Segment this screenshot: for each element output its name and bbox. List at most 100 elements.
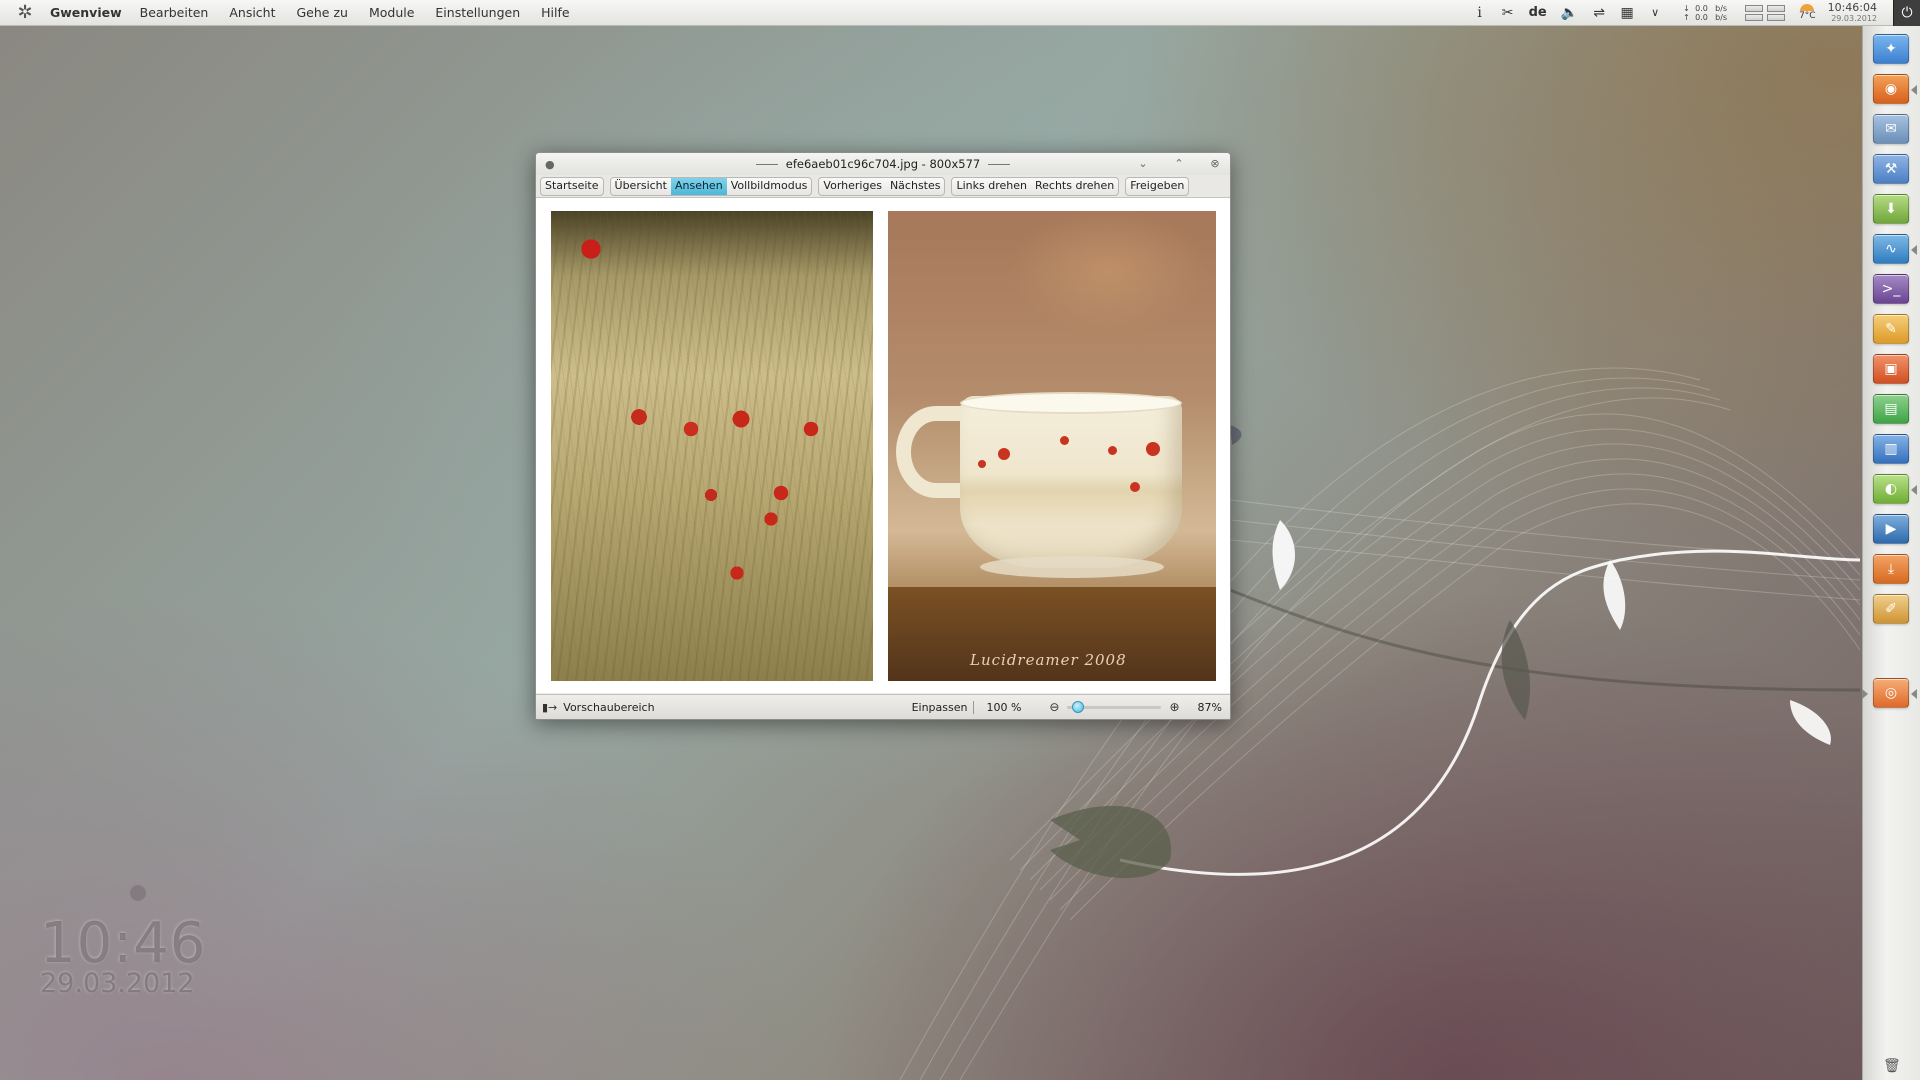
net-down-value: 0.0	[1695, 3, 1708, 13]
window-title: efe6aeb01c96c704.jpg - 800x577	[785, 157, 981, 171]
top-panel: ✲ Gwenview Bearbeiten Ansicht Gehe zu Mo…	[0, 0, 1920, 26]
rechts-drehen-button[interactable]: Rechts drehen	[1031, 178, 1118, 195]
photo-cup: Lucidreamer 2008	[888, 211, 1216, 681]
temperature: 7°C	[1799, 11, 1816, 21]
gwenview-window: ● efe6aeb01c96c704.jpg - 800x577 ⌄ ⌃ ⊗ S…	[535, 152, 1231, 720]
sidebar-toggle-icon[interactable]: ▮→	[542, 701, 557, 714]
menu-gehe-zu[interactable]: Gehe zu	[297, 5, 348, 20]
links-drehen-button[interactable]: Links drehen	[952, 178, 1031, 195]
ansehen-button[interactable]: Ansehen	[670, 177, 727, 195]
menu-hilfe[interactable]: Hilfe	[541, 5, 569, 20]
trash-icon[interactable]: 🗑	[1883, 1058, 1901, 1074]
vorschaubereich-toggle[interactable]: Vorschaubereich	[563, 701, 654, 714]
clock-widget-handle[interactable]	[130, 885, 146, 901]
chevron-down-icon[interactable]: ∨	[1648, 6, 1662, 19]
dock: ✦ ◉ ✉ ⚒ ⬇ ∿ >_ ✎ ▣ ▤ ▥ ◐ ▶ ⤓ ✐ ◎ 🗑	[1862, 26, 1920, 1080]
video-icon: ▶	[1885, 521, 1897, 537]
naechstes-button[interactable]: Nächstes	[886, 178, 945, 195]
dock-item-monitor[interactable]: ∿	[1873, 234, 1917, 264]
panel-clock[interactable]: 10:46:04 29.03.2012	[1828, 2, 1877, 24]
zoom-out-icon[interactable]: ⊖	[1049, 700, 1059, 714]
dock-item-spreadsheet[interactable]: ▤	[1873, 394, 1909, 424]
dock-item-browser[interactable]: ◉	[1873, 74, 1917, 104]
running-indicator	[1911, 245, 1917, 255]
volume-icon[interactable]: 🔈	[1561, 5, 1578, 21]
compass-icon: ✦	[1885, 41, 1897, 57]
usb-icon[interactable]: ⇌	[1592, 5, 1606, 21]
toolbar-group-nav: Vorheriges Nächstes	[818, 176, 946, 196]
system-tray: i ✂ de 🔈 ⇌ ▦ ∨ ↓ 0.0 b/s ↑ 0.0 b/s 7°C 10:46…	[1466, 0, 1920, 26]
power-icon[interactable]: ⏻	[1893, 0, 1920, 26]
dock-item-file-manager[interactable]: ✦	[1873, 34, 1909, 64]
printer-icon[interactable]: ▦	[1620, 5, 1634, 21]
menu-module[interactable]: Module	[369, 5, 414, 20]
workspace-3[interactable]	[1745, 13, 1764, 21]
dock-item-mail[interactable]: ✉	[1873, 114, 1909, 144]
panel-clock-date: 29.03.2012	[1831, 13, 1877, 23]
dock-item-document[interactable]: ▥	[1873, 434, 1909, 464]
info-icon[interactable]: i	[1473, 5, 1487, 21]
desktop-clock-time: 10:46	[40, 911, 207, 976]
window-titlebar[interactable]: ● efe6aeb01c96c704.jpg - 800x577 ⌄ ⌃ ⊗	[536, 153, 1230, 175]
dock-item-video[interactable]: ▶	[1873, 514, 1909, 544]
running-indicator	[1911, 85, 1917, 95]
dock-item-tools[interactable]: ⚒	[1873, 154, 1909, 184]
browser-icon: ◉	[1884, 81, 1898, 97]
image-view[interactable]: Lucidreamer 2008	[536, 198, 1230, 693]
zoom-value: 87%	[1197, 700, 1222, 714]
photo-poppies	[551, 211, 873, 681]
fit-button[interactable]: Einpassen	[912, 700, 975, 714]
freigeben-button[interactable]: Freigeben	[1126, 178, 1188, 195]
image-icon: ◐	[1884, 481, 1898, 497]
vollbildmodus-button[interactable]: Vollbildmodus	[727, 178, 812, 195]
desktop-clock-widget: 10:46 29.03.2012	[40, 885, 207, 999]
weather-indicator[interactable]: 7°C	[1799, 4, 1816, 21]
running-indicator	[1911, 485, 1917, 495]
vorheriges-button[interactable]: Vorheriges	[819, 178, 886, 195]
window-menu-icon[interactable]: ●	[545, 158, 555, 171]
eye-icon: ◎	[1884, 685, 1898, 701]
uebersicht-button[interactable]: Übersicht	[611, 178, 671, 195]
app-launcher-icon[interactable]: ✲	[12, 0, 38, 26]
app-name[interactable]: Gwenview	[50, 5, 122, 20]
dock-item-terminal[interactable]: >_	[1873, 274, 1909, 304]
net-unit: b/s	[1715, 12, 1728, 22]
keyboard-layout[interactable]: de	[1529, 5, 1547, 20]
scissors-icon[interactable]: ✂	[1501, 5, 1515, 21]
cup-shape	[960, 392, 1182, 568]
dock-item-image-viewer[interactable]: ◐	[1873, 474, 1917, 504]
zoom-slider[interactable]	[1067, 700, 1162, 714]
toolbar-group-mode: Übersicht Ansehen Vollbildmodus	[609, 176, 813, 196]
dock-item-editor[interactable]: ✐	[1873, 594, 1909, 624]
maximize-icon[interactable]: ⌃	[1172, 156, 1186, 170]
network-speed: ↓ 0.0 b/s ↑ 0.0 b/s	[1683, 4, 1727, 22]
installer-icon: ⤓	[1887, 561, 1895, 577]
zoom-slider-handle[interactable]	[1072, 701, 1085, 713]
upload-arrow-icon: ↑	[1683, 12, 1690, 22]
menu-bearbeiten[interactable]: Bearbeiten	[140, 5, 209, 20]
workspace-1[interactable]	[1745, 4, 1764, 12]
workspace-2[interactable]	[1767, 4, 1786, 12]
menu-ansicht[interactable]: Ansicht	[229, 5, 275, 20]
dock-item-installer[interactable]: ⤓	[1873, 554, 1909, 584]
dock-item-viewer[interactable]: ◎	[1862, 678, 1917, 708]
dock-item-download[interactable]: ⬇	[1873, 194, 1909, 224]
toolbar-group-share: Freigeben	[1125, 176, 1190, 196]
dock-item-notes[interactable]: ✎	[1873, 314, 1909, 344]
workspace-pager[interactable]	[1745, 4, 1786, 21]
menu-einstellungen[interactable]: Einstellungen	[435, 5, 520, 20]
zoom-in-icon[interactable]: ⊕	[1169, 700, 1179, 714]
running-indicator	[1911, 689, 1917, 699]
spreadsheet-icon: ▤	[1884, 401, 1898, 417]
desktop-clock-date: 29.03.2012	[40, 968, 195, 999]
close-icon[interactable]: ⊗	[1208, 156, 1222, 170]
zoom-100-button[interactable]: 100 %	[986, 701, 1021, 714]
main-toolbar: Startseite Übersicht Ansehen Vollbildmod…	[536, 175, 1230, 198]
dock-item-presentation[interactable]: ▣	[1873, 354, 1909, 384]
wrench-icon: ⚒	[1884, 161, 1898, 177]
startseite-button[interactable]: Startseite	[541, 178, 603, 195]
notes-icon: ✎	[1885, 321, 1897, 337]
statusbar: ▮→ Vorschaubereich Einpassen 100 % ⊖ ⊕ 8…	[536, 694, 1230, 719]
workspace-4[interactable]	[1767, 13, 1786, 21]
minimize-icon[interactable]: ⌄	[1136, 156, 1150, 170]
